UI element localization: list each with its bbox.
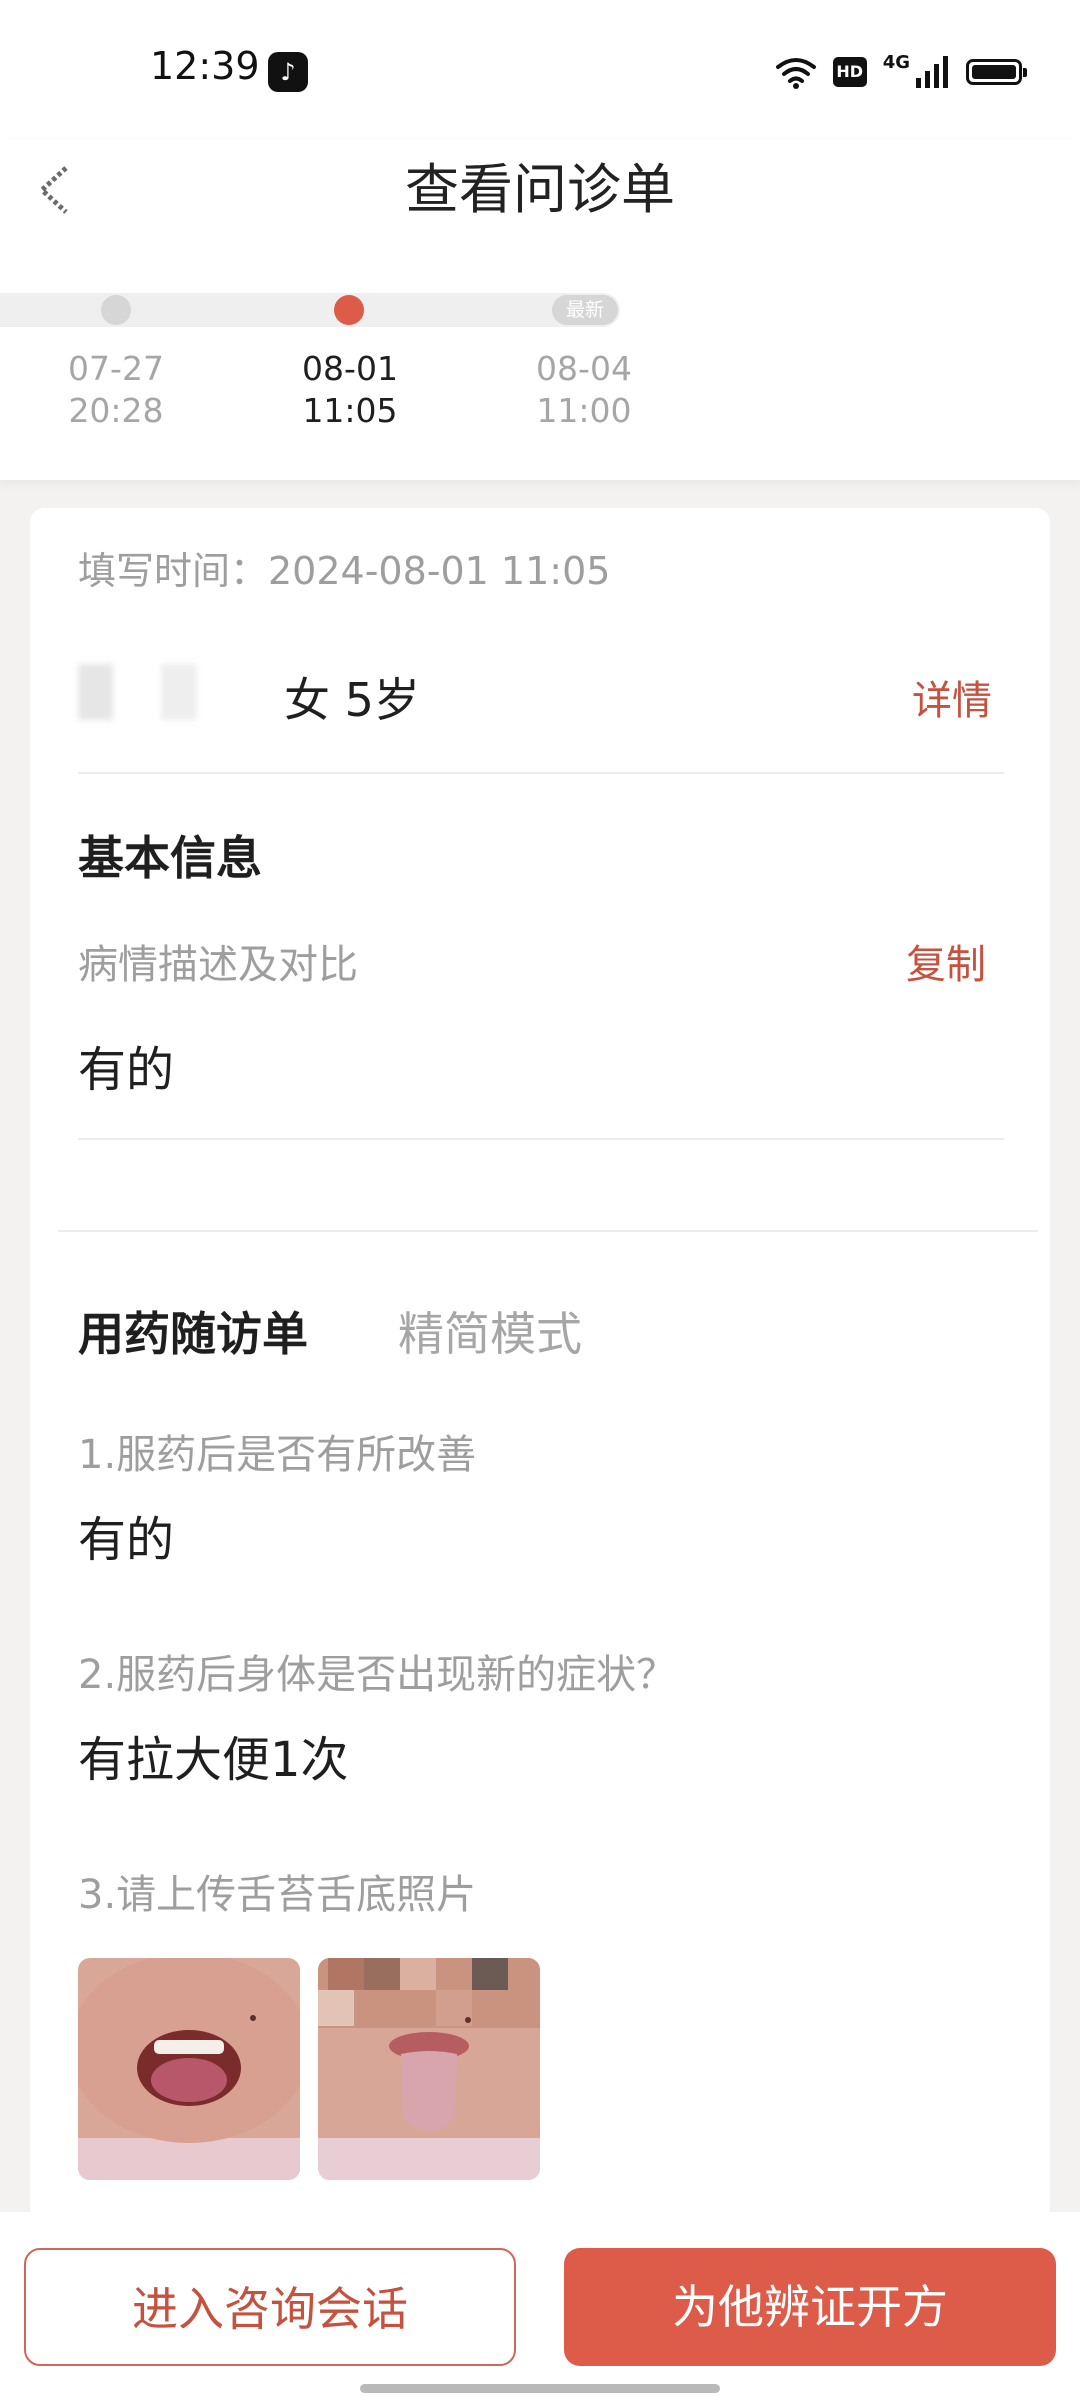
network-type: 4G	[882, 51, 910, 73]
followup-title: 用药随访单	[78, 1307, 308, 1361]
status-bar: 12:39 ♪ HD 4G	[0, 0, 1080, 140]
timeline-dot-0727[interactable]	[101, 295, 131, 325]
timeline-date: 08-01	[302, 349, 398, 388]
enter-chat-button[interactable]: 进入咨询会话	[24, 2248, 516, 2366]
timeline-entry-0804[interactable]: 08-04 11:00	[504, 348, 664, 432]
timeline-entry-0727[interactable]: 07-27 20:28	[36, 348, 196, 432]
page-title: 查看问诊单	[405, 158, 675, 221]
signal-icon	[916, 56, 948, 88]
timeline-date: 08-04	[536, 349, 632, 388]
timeline-entry-0801[interactable]: 08-01 11:05	[270, 348, 430, 432]
question-answer: 有拉大便1次	[78, 1732, 349, 1788]
patient-name-redacted	[78, 664, 238, 720]
condition-value: 有的	[78, 1042, 175, 1098]
timeline-time: 11:05	[302, 391, 398, 430]
hd-icon: HD	[832, 57, 867, 87]
fill-time: 填写时间：2024-08-01 11:05	[78, 549, 611, 593]
basic-info-title: 基本信息	[78, 831, 262, 885]
question-label: 3.请上传舌苔舌底照片	[78, 1872, 477, 1918]
timeline-date: 07-27	[68, 349, 164, 388]
prescribe-button[interactable]: 为他辨证开方	[564, 2248, 1056, 2366]
timeline-time: 20:28	[68, 391, 164, 430]
status-time: 12:39	[150, 44, 260, 88]
details-link[interactable]: 详情	[912, 668, 992, 726]
patient-gender-age: 女 5岁	[284, 673, 420, 727]
question-label: 2.服药后身体是否出现新的症状？	[78, 1652, 677, 1698]
section-divider	[58, 1230, 1038, 1232]
tongue-photo-1[interactable]	[78, 1958, 300, 2180]
simple-mode-toggle[interactable]: 精简模式	[398, 1298, 582, 1364]
home-indicator[interactable]	[360, 2384, 720, 2393]
question-label: 1.服药后是否有所改善	[78, 1432, 477, 1478]
status-icons: HD 4G	[775, 51, 1027, 92]
timeline-time: 11:00	[536, 391, 632, 430]
timeline-dot-0801-active[interactable]	[334, 295, 364, 325]
wifi-icon	[775, 58, 816, 89]
question-answer: 有的	[78, 1512, 175, 1568]
tongue-photo-2[interactable]	[318, 1958, 540, 2180]
divider	[78, 1138, 1004, 1140]
copy-link[interactable]: 复制	[906, 932, 986, 990]
divider	[78, 772, 1004, 774]
tiktok-notification-icon: ♪	[268, 52, 308, 92]
newest-badge[interactable]: 最新	[552, 295, 618, 325]
condition-label: 病情描述及对比	[78, 942, 358, 988]
timeline-track	[0, 293, 620, 327]
battery-icon	[966, 59, 1027, 85]
